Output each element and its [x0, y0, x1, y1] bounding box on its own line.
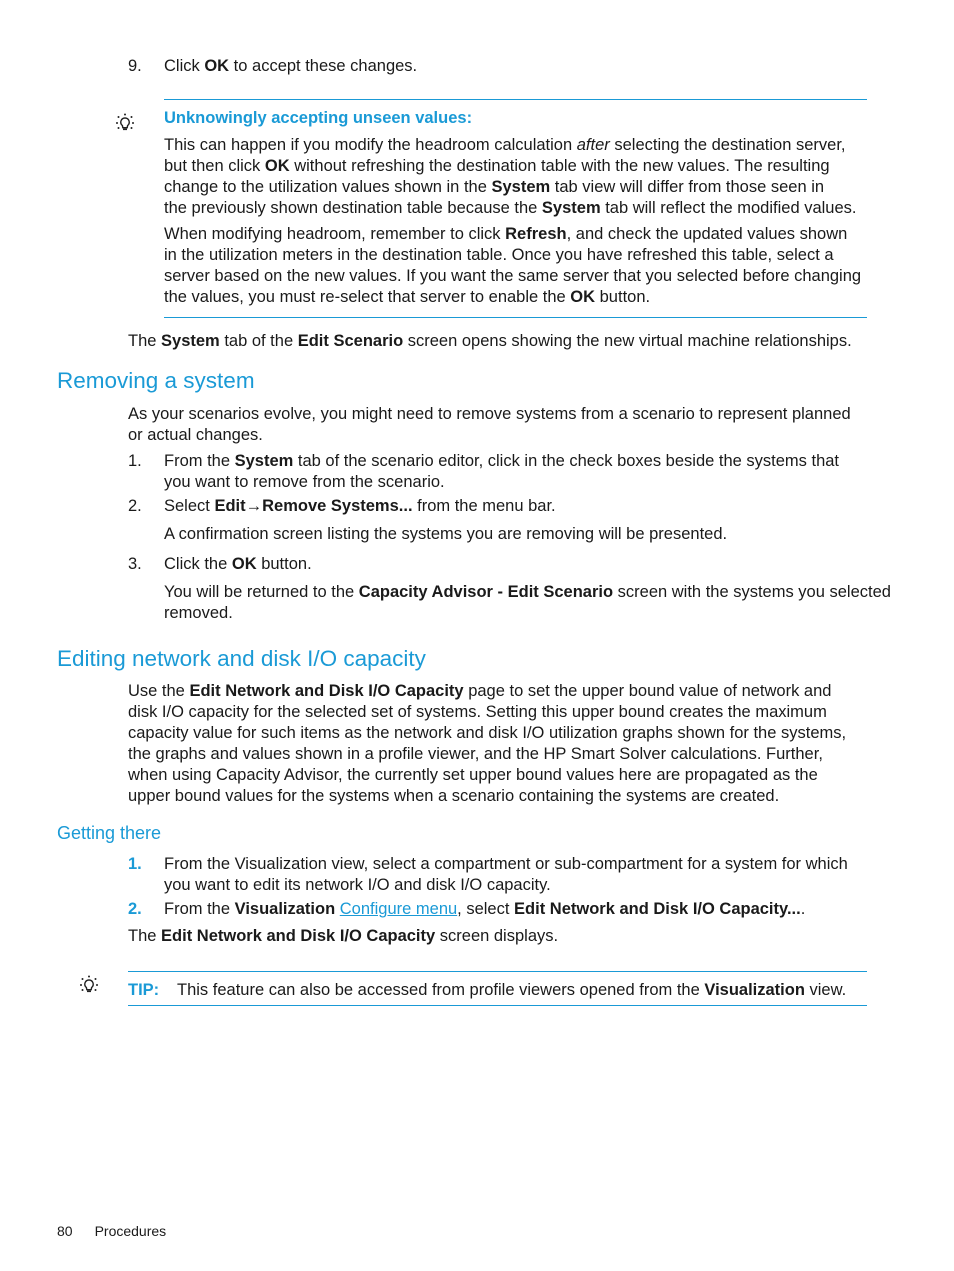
footer-section: Procedures — [94, 1223, 167, 1239]
section3-step-1: 1. From the Visualization view, select a … — [128, 855, 848, 894]
lightbulb-icon — [79, 974, 99, 993]
section1-step-1: 1. From the System tab of the scenario ed… — [128, 452, 840, 491]
page-footer: 80 Procedures — [57, 1223, 166, 1239]
lightbulb-icon — [115, 112, 135, 131]
tip-label: TIP: — [128, 981, 160, 999]
heading-getting-there: Getting there — [57, 823, 162, 843]
tip-top-rule — [128, 971, 867, 972]
section1-step-2: 2. Select Edit→Remove Systems... from the… — [128, 497, 728, 543]
section3-result: The Edit Network and Disk I/O Capacity s… — [128, 927, 559, 945]
note-paragraph-2: When modifying headroom, remember to cli… — [164, 225, 862, 306]
tip-text: TIP: This feature can also be accessed fr… — [128, 981, 847, 999]
heading-editing-network-disk-io: Editing network and disk I/O capacity — [57, 646, 426, 671]
tip-bottom-rule — [128, 1005, 867, 1006]
section1-step-3: 3. Click the OK button. You will be retur… — [128, 555, 891, 622]
section2-paragraph: Use the Edit Network and Disk I/O Capaci… — [128, 682, 847, 805]
note-top-rule — [164, 99, 867, 100]
page-number: 80 — [57, 1223, 73, 1239]
step-number: 9. — [128, 57, 142, 75]
note-bottom-rule — [164, 317, 867, 318]
section3-step-2: 2. From the Visualization Configure menu,… — [128, 900, 806, 918]
note-paragraph-1: This can happen if you modify the headro… — [164, 136, 857, 217]
note-title: Unknowingly accepting unseen values: — [164, 109, 473, 127]
configure-menu-link[interactable]: Configure menu — [340, 900, 457, 918]
section1-intro: As your scenarios evolve, you might need… — [128, 405, 851, 444]
heading-removing-a-system: Removing a system — [57, 368, 255, 393]
after-note-text: The System tab of the Edit Scenario scre… — [128, 332, 852, 350]
step-9: 9. Click OK to accept these changes. — [128, 57, 418, 75]
